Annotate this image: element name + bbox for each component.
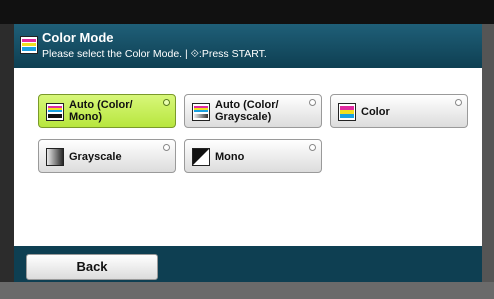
option-label: Auto (Color/ Grayscale) bbox=[215, 99, 279, 123]
bezel-right bbox=[482, 24, 494, 282]
footer-bar: Back bbox=[14, 246, 482, 282]
grayscale-icon bbox=[46, 148, 64, 171]
bezel-top bbox=[0, 0, 494, 24]
option-label: Grayscale bbox=[69, 151, 122, 163]
option-label: Mono bbox=[215, 151, 245, 163]
unselected-indicator bbox=[163, 144, 170, 151]
page-title: Color Mode bbox=[42, 30, 114, 45]
unselected-indicator bbox=[309, 99, 316, 106]
option-grayscale-button[interactable]: Grayscale bbox=[38, 139, 176, 173]
option-auto-color-mono-button[interactable]: Auto (Color/ Mono) bbox=[38, 94, 176, 128]
color-icon bbox=[338, 103, 356, 126]
color-mode-icon bbox=[20, 36, 38, 59]
option-label: Auto (Color/ Mono) bbox=[69, 99, 133, 123]
page-subtitle: Please select the Color Mode. | ⟐:Press … bbox=[42, 48, 267, 60]
auto-color-mono-icon bbox=[46, 103, 64, 126]
selected-indicator bbox=[163, 99, 170, 106]
option-auto-color-grayscale-button[interactable]: Auto (Color/ Grayscale) bbox=[184, 94, 322, 128]
bezel-left bbox=[0, 24, 14, 282]
back-button[interactable]: Back bbox=[26, 254, 158, 280]
unselected-indicator bbox=[309, 144, 316, 151]
option-mono-button[interactable]: Mono bbox=[184, 139, 322, 173]
mono-icon bbox=[192, 148, 210, 171]
screen: Color Mode Please select the Color Mode.… bbox=[14, 24, 482, 282]
auto-color-grayscale-icon bbox=[192, 103, 210, 126]
unselected-indicator bbox=[455, 99, 462, 106]
option-label: Color bbox=[361, 106, 390, 118]
header-bar: Color Mode Please select the Color Mode.… bbox=[14, 24, 482, 68]
option-color-button[interactable]: Color bbox=[330, 94, 468, 128]
bezel-bottom bbox=[0, 282, 494, 299]
